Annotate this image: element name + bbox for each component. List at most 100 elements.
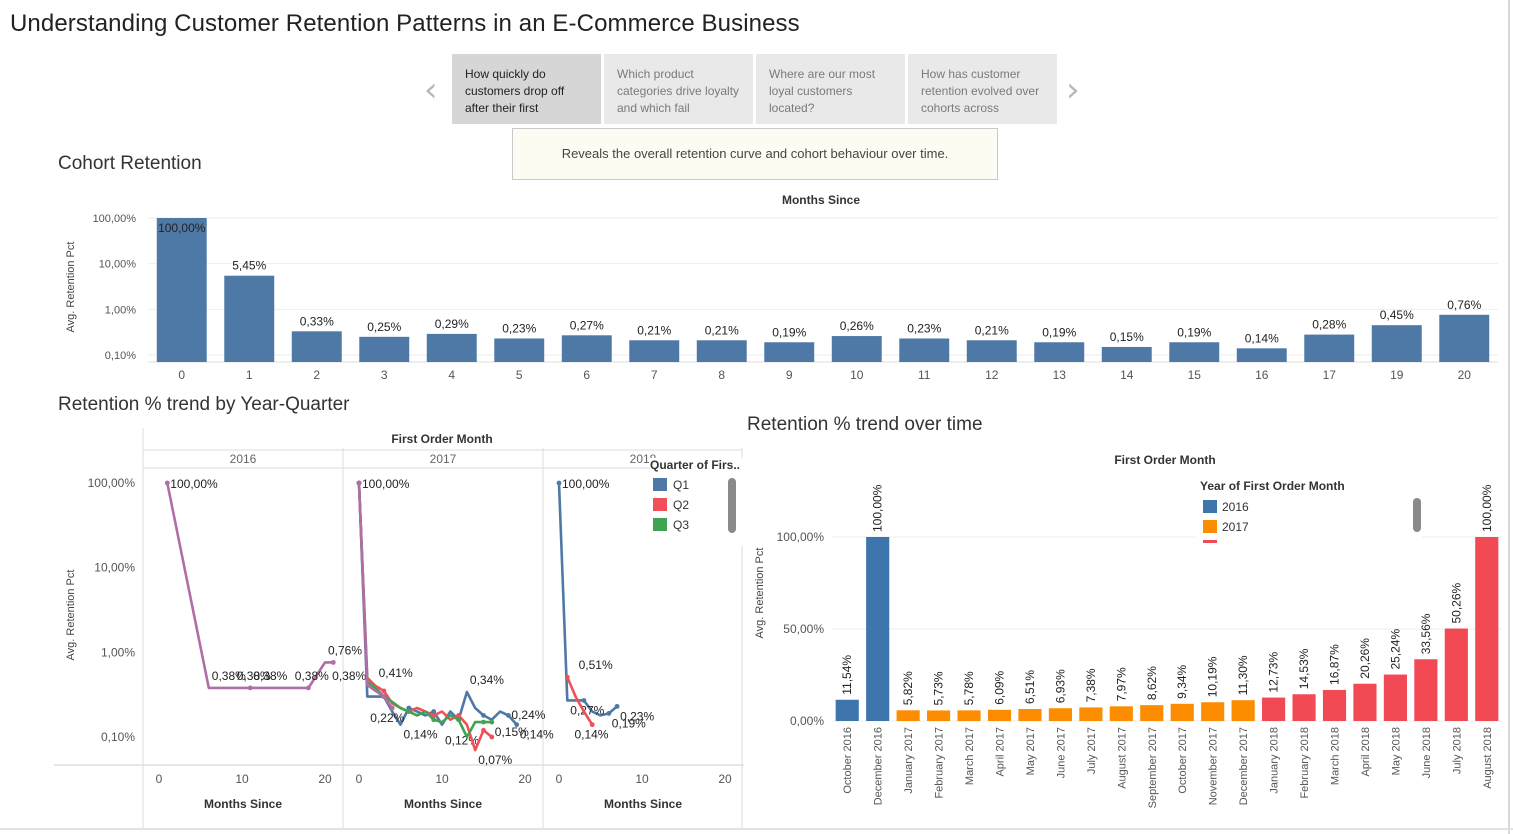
series-line	[166, 482, 334, 690]
data-label: 11,54%	[840, 655, 854, 695]
data-label: 0,21%	[637, 323, 671, 337]
data-point	[381, 694, 387, 700]
chart-title-time-trend: Retention % trend over time	[747, 414, 983, 435]
story-point-3[interactable]: Where are our most loyal customers locat…	[756, 54, 905, 124]
legend-label: 2017	[1222, 520, 1249, 534]
data-label: 0,19%	[1177, 325, 1211, 339]
x-tick-label: August 2018	[1482, 727, 1494, 789]
data-label: 6,51%	[1023, 670, 1037, 704]
x-tick-label: 0	[356, 772, 363, 786]
bar	[494, 338, 545, 362]
data-label: 0,41%	[379, 666, 413, 680]
legend-label: Q2	[673, 498, 689, 512]
bar	[1322, 689, 1347, 721]
data-label: 5,45%	[232, 259, 266, 273]
y-tick-label: 10,00%	[99, 259, 137, 271]
y-tick-label: 100,00%	[93, 213, 137, 225]
bar	[1475, 537, 1499, 721]
bar	[1034, 342, 1085, 362]
data-label: 0,28%	[1312, 318, 1346, 332]
x-tick-label: 17	[1323, 368, 1337, 382]
bar	[866, 537, 890, 721]
bar	[831, 336, 882, 362]
x-tick-label: April 2018	[1360, 727, 1372, 777]
x-tick-label: March 2018	[1330, 727, 1342, 785]
y-tick-label: 0,00%	[790, 714, 824, 728]
data-label: 6,09%	[993, 670, 1007, 704]
data-label: 20,26%	[1358, 638, 1372, 679]
bar	[899, 338, 950, 362]
data-label: 0,19%	[612, 716, 646, 730]
data-label: 0,23%	[907, 321, 941, 335]
data-label: 25,24%	[1388, 629, 1402, 670]
chart2-header: First Order Month	[391, 432, 492, 446]
data-point	[556, 480, 562, 486]
x-tick-label: January 2017	[903, 727, 915, 794]
story-point-label: Which product categories drive loyalty a…	[617, 67, 740, 115]
y-tick-label: 50,00%	[783, 622, 824, 636]
data-label: 0,26%	[840, 319, 874, 333]
story-point-2[interactable]: Which product categories drive loyalty a…	[604, 54, 753, 124]
data-label: 11,30%	[1236, 655, 1250, 695]
x-tick-label: 10	[635, 772, 649, 786]
bar	[1079, 707, 1103, 721]
data-point	[247, 685, 253, 691]
bar	[1439, 314, 1490, 362]
story-prev-button[interactable]: ‹	[424, 70, 438, 110]
bar	[896, 710, 920, 721]
data-point	[589, 722, 595, 728]
chart3-header: First Order Month	[1114, 453, 1215, 467]
data-label: 0,25%	[367, 320, 401, 334]
y-tick-label: 0,10%	[101, 730, 135, 744]
data-label: 0,38%	[332, 669, 366, 683]
data-label: 0,15%	[1110, 330, 1144, 344]
data-point	[581, 698, 587, 703]
data-label: 0,14%	[404, 728, 438, 742]
data-point	[481, 712, 486, 718]
x-tick-label: 0	[556, 772, 563, 786]
data-point	[614, 703, 620, 709]
bar	[1444, 628, 1468, 721]
data-point	[381, 688, 387, 694]
bar	[1169, 342, 1220, 362]
data-label: 100,00%	[871, 484, 885, 532]
story-point-4[interactable]: How has customer retention evolved over …	[908, 54, 1057, 124]
data-label: 0,19%	[1042, 325, 1076, 339]
data-point	[606, 710, 612, 716]
legend-swatch	[653, 478, 667, 491]
time-trend-chart: First Order Month Avg. Retention Pct 100…	[754, 453, 1502, 808]
legend-label: Q1	[673, 478, 689, 492]
bar	[1201, 702, 1225, 721]
cohort-retention-chart: Months Since Avg. Retention Pct 100,00% 1…	[65, 193, 1498, 382]
x-tick-label: 14	[1120, 368, 1134, 382]
legend-scrollbar	[1413, 498, 1421, 532]
story-point-1[interactable]: How quickly do customers drop off after …	[452, 54, 601, 124]
x-tick-label: 10	[850, 368, 864, 382]
data-label: 7,97%	[1114, 667, 1128, 701]
data-point	[456, 712, 461, 718]
bar	[835, 699, 859, 721]
data-label: 0,15%	[495, 725, 529, 739]
x-tick-label: June 2018	[1421, 727, 1433, 778]
quarter-trend-chart: First Order Month Avg. Retention Pct 100…	[54, 428, 744, 828]
x-tick-label: 2	[313, 368, 320, 382]
bar	[1231, 700, 1255, 721]
legend-label: 2016	[1222, 500, 1249, 514]
data-label: 0,24%	[511, 708, 545, 722]
x-tick-label: 0	[178, 368, 185, 382]
data-label: 16,87%	[1328, 644, 1342, 685]
story-next-button[interactable]: ›	[1066, 70, 1080, 110]
bar	[629, 340, 680, 362]
x-tick-label: 0	[156, 772, 163, 786]
chart1-header: Months Since	[782, 193, 860, 207]
legend-scrollbar	[728, 478, 736, 533]
story-point-label: Where are our most loyal customers locat…	[769, 67, 876, 115]
legend-swatch	[1203, 500, 1217, 513]
bar	[1101, 346, 1152, 362]
data-point	[356, 480, 362, 486]
bar	[1048, 708, 1072, 721]
data-point	[164, 480, 170, 486]
data-label: 8,62%	[1145, 666, 1159, 700]
data-label: 0,23%	[502, 321, 536, 335]
story-caption: Reveals the overall retention curve and …	[512, 128, 998, 180]
